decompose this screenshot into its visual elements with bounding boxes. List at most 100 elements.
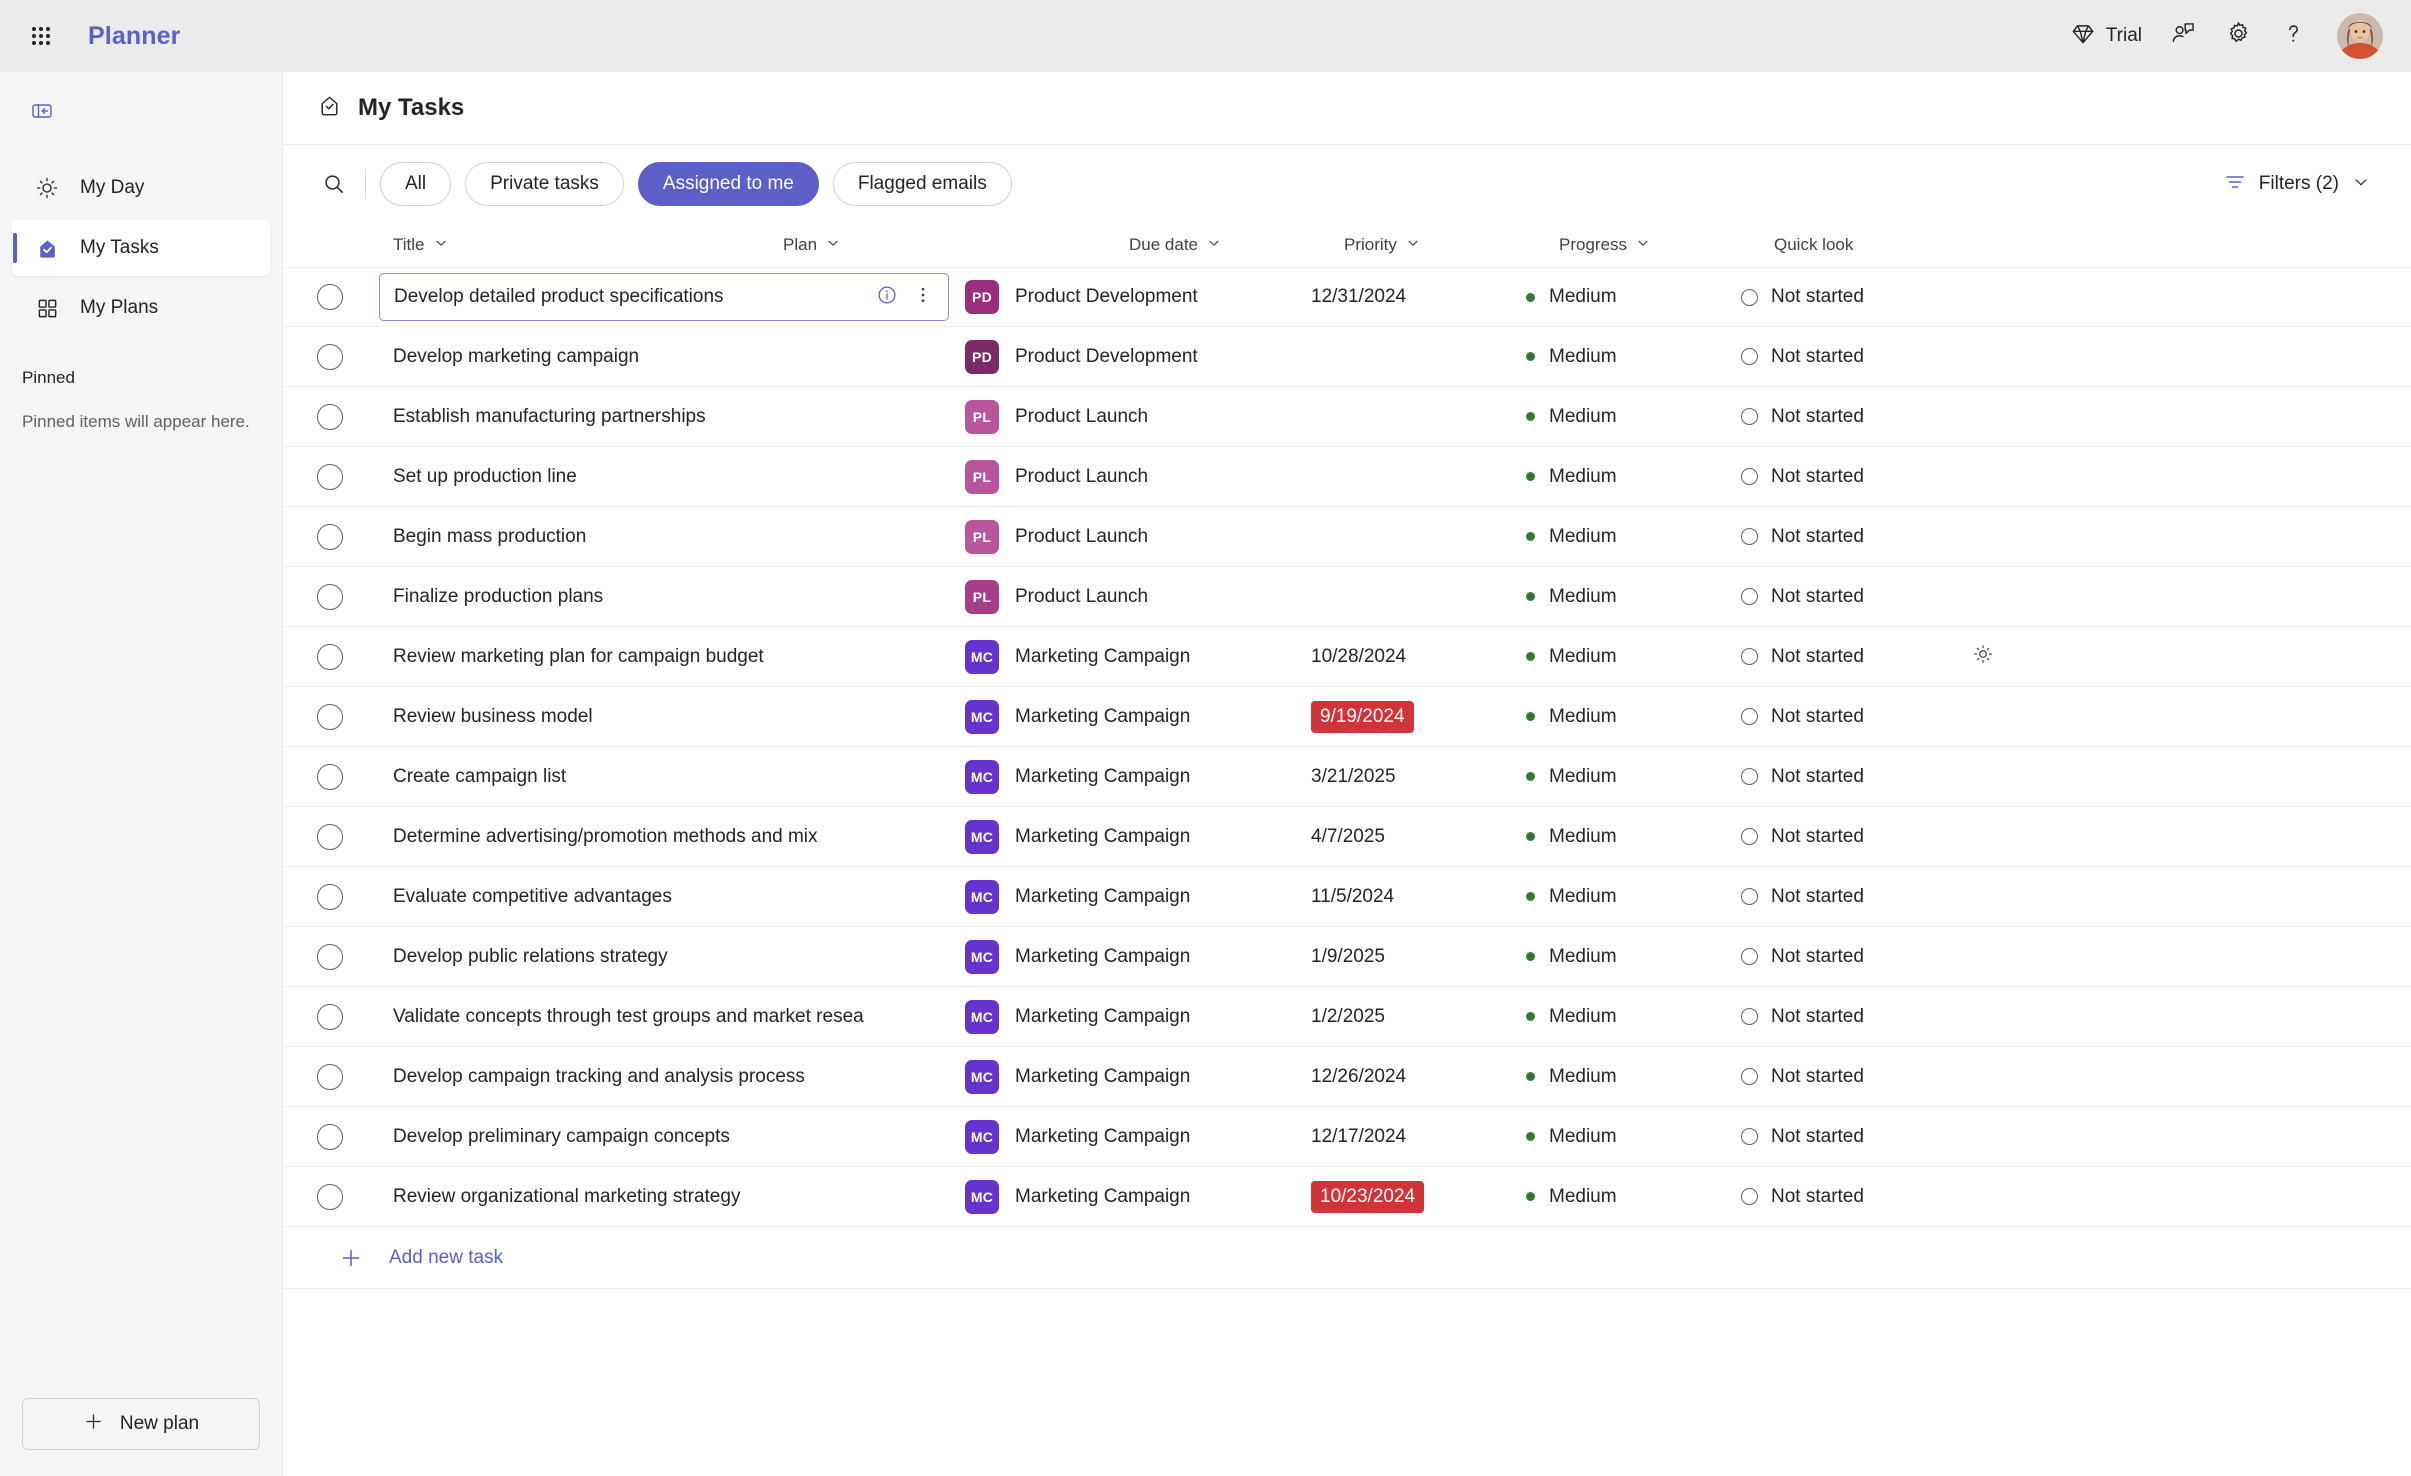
task-due-date-cell[interactable]: 3/21/2025 xyxy=(1311,766,1526,788)
table-row[interactable]: Finalize production plans PL Product Launc… xyxy=(283,567,2411,627)
task-title-cell[interactable]: Determine advertising/promotion methods … xyxy=(379,813,949,861)
task-due-date-cell[interactable]: 12/26/2024 xyxy=(1311,1066,1526,1088)
task-complete-checkbox[interactable] xyxy=(317,1123,343,1150)
table-row[interactable]: Evaluate competitive advantages MC Marketi… xyxy=(283,867,2411,927)
table-row[interactable]: Review marketing plan for campaign budge… xyxy=(283,627,2411,687)
task-title-cell[interactable]: Establish manufacturing partnerships xyxy=(379,393,949,441)
task-progress-cell[interactable]: Not started xyxy=(1741,1186,1956,1208)
chip-private-tasks[interactable]: Private tasks xyxy=(465,162,624,206)
task-priority-cell[interactable]: Medium xyxy=(1526,1066,1741,1088)
task-complete-checkbox[interactable] xyxy=(317,523,343,550)
table-row[interactable]: Develop detailed product specifications P… xyxy=(283,267,2411,327)
task-quick-look-cell[interactable] xyxy=(1956,643,2377,670)
task-plan-cell[interactable]: MC Marketing Campaign xyxy=(965,759,1311,794)
task-info-icon[interactable] xyxy=(876,284,898,311)
table-row[interactable]: Begin mass production PL Product Launch Med… xyxy=(283,507,2411,567)
task-priority-cell[interactable]: Medium xyxy=(1526,766,1741,788)
task-due-date-cell[interactable]: 4/7/2025 xyxy=(1311,826,1526,848)
task-plan-cell[interactable]: MC Marketing Campaign xyxy=(965,639,1311,674)
task-progress-cell[interactable]: Not started xyxy=(1741,406,1956,428)
app-launcher-icon[interactable] xyxy=(18,13,64,59)
task-plan-cell[interactable]: PL Product Launch xyxy=(965,519,1311,554)
task-complete-checkbox[interactable] xyxy=(317,284,343,310)
task-due-date-cell[interactable]: 12/17/2024 xyxy=(1311,1126,1526,1148)
task-title-cell[interactable]: Evaluate competitive advantages xyxy=(379,873,949,921)
task-progress-cell[interactable]: Not started xyxy=(1741,1066,1956,1088)
sidebar-item-my-day[interactable]: My Day xyxy=(12,160,270,216)
task-priority-cell[interactable]: Medium xyxy=(1526,646,1741,668)
task-priority-cell[interactable]: Medium xyxy=(1526,1186,1741,1208)
trial-button[interactable]: Trial xyxy=(2058,12,2154,60)
settings-button[interactable] xyxy=(2213,12,2264,60)
task-title-cell[interactable]: Create campaign list xyxy=(379,753,949,801)
task-progress-cell[interactable]: Not started xyxy=(1741,526,1956,548)
task-complete-checkbox[interactable] xyxy=(317,823,343,850)
task-progress-cell[interactable]: Not started xyxy=(1741,1006,1956,1028)
collapse-navigation-button[interactable] xyxy=(22,94,62,128)
task-due-date-cell[interactable]: 11/5/2024 xyxy=(1311,886,1526,908)
task-complete-checkbox[interactable] xyxy=(317,763,343,790)
task-complete-checkbox[interactable] xyxy=(317,463,343,490)
feedback-button[interactable] xyxy=(2158,12,2209,60)
task-plan-cell[interactable]: MC Marketing Campaign xyxy=(965,819,1311,854)
task-complete-checkbox[interactable] xyxy=(317,343,343,370)
task-complete-checkbox[interactable] xyxy=(317,703,343,730)
sidebar-item-my-plans[interactable]: My Plans xyxy=(12,280,270,336)
task-title-cell[interactable]: Develop public relations strategy xyxy=(379,933,949,981)
task-priority-cell[interactable]: Medium xyxy=(1526,466,1741,488)
task-complete-checkbox[interactable] xyxy=(317,943,343,970)
table-row[interactable]: Review organizational marketing strategy… xyxy=(283,1167,2411,1227)
column-header-progress[interactable]: Progress xyxy=(1559,235,1774,256)
task-title-cell[interactable]: Review organizational marketing strategy xyxy=(379,1173,949,1221)
chip-flagged-emails[interactable]: Flagged emails xyxy=(832,162,1012,206)
task-priority-cell[interactable]: Medium xyxy=(1526,406,1741,428)
new-plan-button[interactable]: New plan xyxy=(22,1398,260,1450)
task-plan-cell[interactable]: MC Marketing Campaign xyxy=(965,999,1311,1034)
add-new-task-row[interactable]: Add new task xyxy=(283,1227,2411,1289)
table-row[interactable]: Set up production line PL Product Launch Me… xyxy=(283,447,2411,507)
task-title-cell[interactable]: Validate concepts through test groups an… xyxy=(379,993,949,1041)
task-priority-cell[interactable]: Medium xyxy=(1526,346,1741,368)
chip-all[interactable]: All xyxy=(380,162,452,206)
task-title-cell[interactable]: Set up production line xyxy=(379,453,949,501)
task-plan-cell[interactable]: PD Product Development xyxy=(965,339,1311,374)
chip-assigned-to-me[interactable]: Assigned to me xyxy=(637,162,819,206)
table-row[interactable]: Develop marketing campaign PD Product Deve… xyxy=(283,327,2411,387)
table-row[interactable]: Develop preliminary campaign concepts MC M… xyxy=(283,1107,2411,1167)
table-row[interactable]: Determine advertising/promotion methods … xyxy=(283,807,2411,867)
task-priority-cell[interactable]: Medium xyxy=(1526,526,1741,548)
task-progress-cell[interactable]: Not started xyxy=(1741,286,1956,308)
task-due-date-cell[interactable]: 10/28/2024 xyxy=(1311,646,1526,668)
task-plan-cell[interactable]: MC Marketing Campaign xyxy=(965,939,1311,974)
task-progress-cell[interactable]: Not started xyxy=(1741,466,1956,488)
column-header-priority[interactable]: Priority xyxy=(1344,235,1559,256)
task-title-cell[interactable]: Review business model xyxy=(379,693,949,741)
task-priority-cell[interactable]: Medium xyxy=(1526,586,1741,608)
task-due-date-cell[interactable]: 12/31/2024 xyxy=(1311,286,1526,308)
task-priority-cell[interactable]: Medium xyxy=(1526,946,1741,968)
search-icon[interactable] xyxy=(313,163,355,205)
task-due-date-cell[interactable]: 9/19/2024 xyxy=(1311,700,1526,733)
table-row[interactable]: Develop campaign tracking and analysis p… xyxy=(283,1047,2411,1107)
help-button[interactable] xyxy=(2268,12,2319,60)
task-priority-cell[interactable]: Medium xyxy=(1526,1006,1741,1028)
table-row[interactable]: Create campaign list MC Marketing Campaign… xyxy=(283,747,2411,807)
task-progress-cell[interactable]: Not started xyxy=(1741,946,1956,968)
task-due-date-cell[interactable]: 1/2/2025 xyxy=(1311,1006,1526,1028)
table-row[interactable]: Review business model MC Marketing Campaig… xyxy=(283,687,2411,747)
task-progress-cell[interactable]: Not started xyxy=(1741,766,1956,788)
filters-button[interactable]: Filters (2) xyxy=(2217,162,2377,207)
task-priority-cell[interactable]: Medium xyxy=(1526,1126,1741,1148)
task-title-cell[interactable]: Develop campaign tracking and analysis p… xyxy=(379,1053,949,1101)
task-progress-cell[interactable]: Not started xyxy=(1741,886,1956,908)
task-complete-checkbox[interactable] xyxy=(317,1183,343,1210)
task-plan-cell[interactable]: PL Product Launch xyxy=(965,579,1311,614)
task-complete-checkbox[interactable] xyxy=(317,403,343,430)
task-complete-checkbox[interactable] xyxy=(317,1063,343,1090)
task-complete-checkbox[interactable] xyxy=(317,883,343,910)
column-header-plan[interactable]: Plan xyxy=(783,235,1129,256)
my-day-sun-icon[interactable] xyxy=(1972,643,1994,670)
avatar[interactable] xyxy=(2337,13,2383,59)
task-title-cell[interactable]: Develop preliminary campaign concepts xyxy=(379,1113,949,1161)
task-title-cell[interactable]: Begin mass production xyxy=(379,513,949,561)
